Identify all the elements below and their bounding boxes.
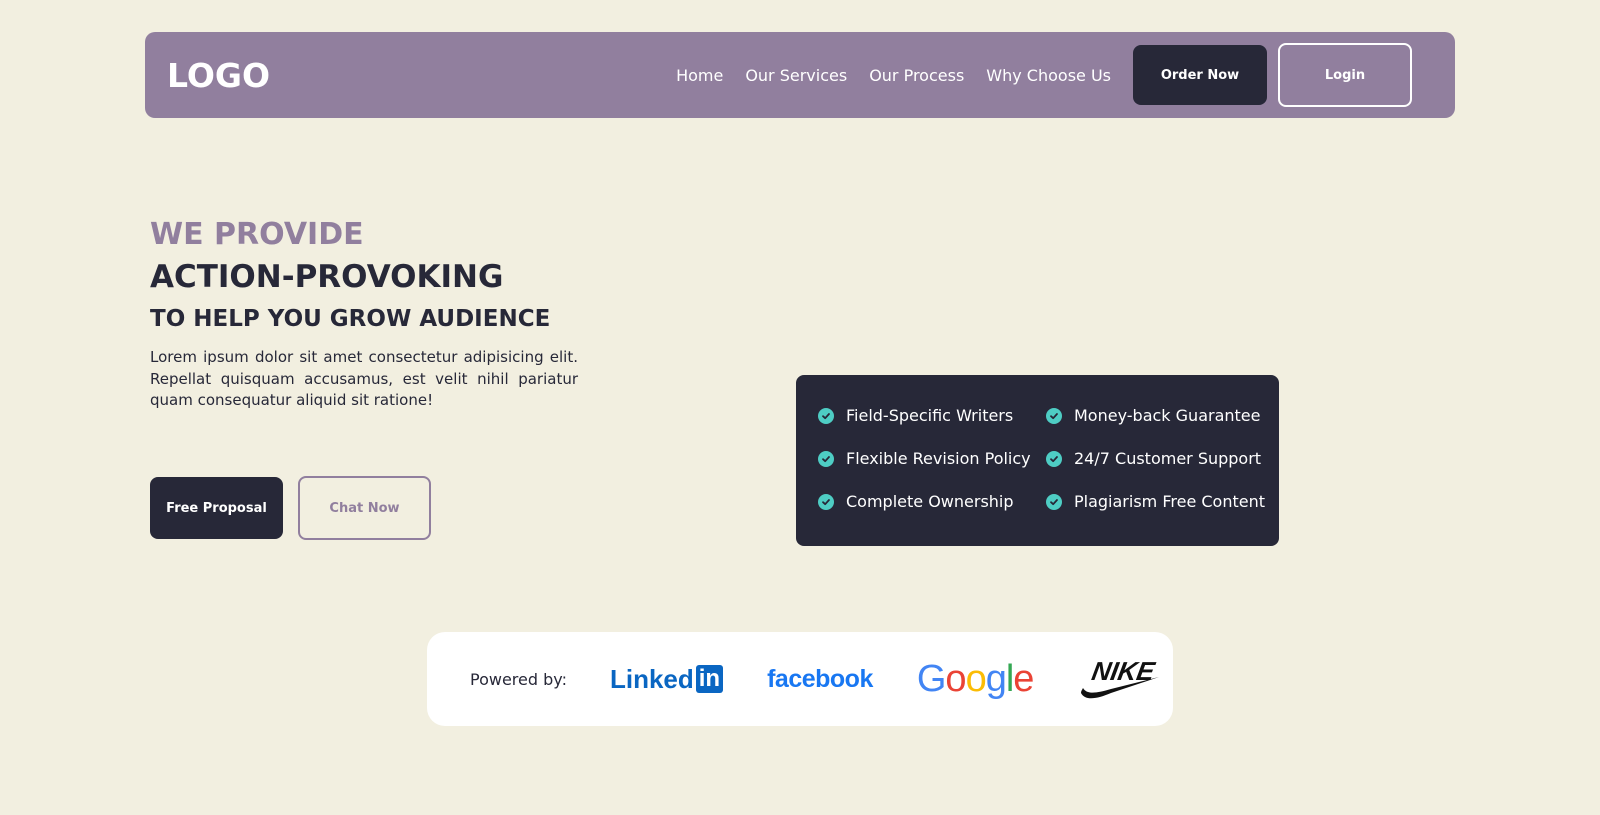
nav-why-choose-us[interactable]: Why Choose Us xyxy=(986,66,1111,85)
landing-page: LOGO Home Our Services Our Process Why C… xyxy=(0,0,1600,815)
login-button[interactable]: Login xyxy=(1278,43,1412,107)
hero-description: Lorem ipsum dolor sit amet consectetur a… xyxy=(150,348,578,409)
feature-label: Money-back Guarantee xyxy=(1074,406,1261,425)
feature-label: 24/7 Customer Support xyxy=(1074,449,1262,468)
feature-item: Field-Specific Writers xyxy=(818,394,1046,437)
hero-actions: Free Proposal Chat Now xyxy=(150,476,431,540)
feature-item: Complete Ownership xyxy=(818,480,1046,523)
nav-home[interactable]: Home xyxy=(676,66,723,85)
order-now-button[interactable]: Order Now xyxy=(1133,45,1267,105)
chat-now-button[interactable]: Chat Now xyxy=(298,476,431,540)
check-circle-icon xyxy=(818,450,834,467)
hero-kicker: WE PROVIDE xyxy=(150,217,364,252)
logo[interactable]: LOGO xyxy=(167,56,270,95)
feature-item: Flexible Revision Policy xyxy=(818,437,1046,480)
feature-label: Flexible Revision Policy xyxy=(846,449,1031,468)
feature-label: Complete Ownership xyxy=(846,492,1014,511)
facebook-logo: facebook xyxy=(767,664,873,693)
svg-text:NIKE: NIKE xyxy=(1090,656,1159,686)
nav-our-process[interactable]: Our Process xyxy=(869,66,964,85)
feature-label: Field-Specific Writers xyxy=(846,406,1014,425)
google-logo: Google xyxy=(916,657,1035,700)
feature-item: Plagiarism Free Content xyxy=(1046,480,1276,523)
hero: WE PROVIDE ACTION-PROVOKING TO HELP YOU … xyxy=(150,215,580,412)
nike-logo: NIKE xyxy=(1077,655,1161,703)
linkedin-logo: Linked in xyxy=(610,664,724,695)
check-circle-icon xyxy=(1046,407,1062,424)
feature-item: Money-back Guarantee xyxy=(1046,394,1276,437)
free-proposal-button[interactable]: Free Proposal xyxy=(150,477,283,539)
nav-our-services[interactable]: Our Services xyxy=(745,66,847,85)
feature-item: 24/7 Customer Support xyxy=(1046,437,1276,480)
feature-label: Plagiarism Free Content xyxy=(1074,492,1266,511)
powered-by-label: Powered by: xyxy=(470,669,567,689)
check-circle-icon xyxy=(818,493,834,510)
powered-by-bar: Powered by: Linked in facebook Google NIK… xyxy=(427,632,1173,726)
nav-links: Home Our Services Our Process Why Choose… xyxy=(676,66,1111,85)
check-circle-icon xyxy=(818,407,834,424)
check-circle-icon xyxy=(1046,493,1062,510)
hero-subtitle: TO HELP YOU GROW AUDIENCE xyxy=(150,306,551,332)
features-card: Field-Specific Writers Money-back Guaran… xyxy=(796,375,1279,546)
navbar: LOGO Home Our Services Our Process Why C… xyxy=(145,32,1455,118)
hero-title: ACTION-PROVOKING xyxy=(150,259,504,295)
check-circle-icon xyxy=(1046,450,1062,467)
